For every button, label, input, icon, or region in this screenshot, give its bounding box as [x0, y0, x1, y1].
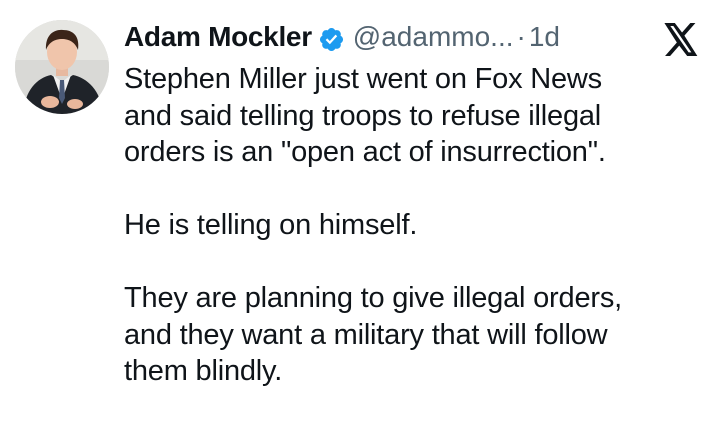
x-logo-icon: [663, 23, 699, 56]
tweet-header: Adam Mockler @adammo... · 1d: [124, 17, 560, 57]
verified-badge-icon: [318, 24, 345, 51]
separator-dot: ·: [516, 21, 526, 52]
tweet-paragraph-2: He is telling on himself.: [124, 209, 418, 241]
tweet-paragraph-1: Stephen Miller just went on Fox News and…: [124, 63, 606, 168]
tweet-paragraph-3: They are planning to give illegal orders…: [124, 282, 622, 387]
author-name[interactable]: Adam Mockler: [124, 17, 312, 57]
avatar[interactable]: [15, 20, 109, 114]
author-handle[interactable]: @adammo...: [353, 17, 514, 57]
tweet-text: Stephen Miller just went on Fox News and…: [124, 61, 704, 390]
timestamp[interactable]: 1d: [529, 17, 560, 57]
avatar-image: [15, 20, 109, 114]
tweet-card: Adam Mockler @adammo... · 1d Stephen Mil…: [0, 0, 720, 439]
